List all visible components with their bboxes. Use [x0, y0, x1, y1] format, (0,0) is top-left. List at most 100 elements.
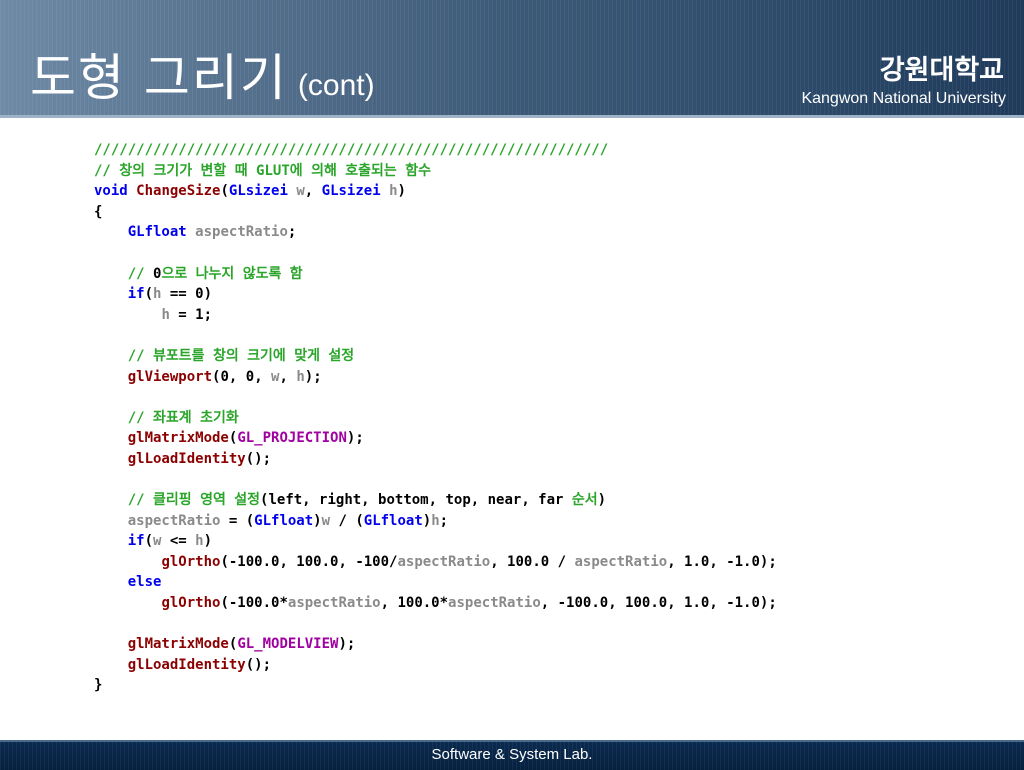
- code-token: w: [296, 183, 305, 200]
- code-token: w: [321, 512, 331, 529]
- code-line: else: [94, 572, 777, 593]
- code-token: ,: [254, 368, 272, 385]
- code-token: glOrtho: [161, 595, 221, 612]
- slide-title-suffix: (cont): [297, 69, 375, 102]
- code-token: h: [389, 183, 398, 200]
- code-token: (-100.0, 100.0, -100/: [220, 553, 398, 570]
- code-token: void: [94, 183, 128, 200]
- code-token: (: [144, 286, 154, 303]
- code-line: if(h == 0): [94, 284, 777, 305]
- code-token: glLoadIdentity: [127, 656, 246, 673]
- code-token: aspectRatio: [574, 553, 668, 570]
- code-line: glMatrixMode(GL_PROJECTION);: [94, 428, 777, 449]
- code-token: ;: [287, 224, 297, 241]
- code-token: = (: [220, 512, 255, 529]
- code-token: GL_PROJECTION: [237, 430, 347, 447]
- code-line: glLoadIdentity();: [94, 449, 777, 470]
- code-line: // 클리핑 영역 설정(left, right, bottom, top, n…: [94, 490, 777, 511]
- code-token: ): [422, 512, 432, 529]
- code-token: aspectRatio: [195, 224, 288, 241]
- code-token: aspectRatio: [127, 512, 221, 529]
- code-token: GLfloat: [254, 512, 314, 529]
- code-line: glOrtho(-100.0, 100.0, -100/aspectRatio,…: [94, 552, 777, 573]
- code-token: glOrtho: [161, 553, 221, 570]
- code-token: aspectRatio: [287, 595, 381, 612]
- code-token: 0: [195, 286, 204, 303]
- code-token: <=: [161, 533, 196, 550]
- code-token: 순서: [571, 492, 598, 509]
- header-divider: [0, 115, 1024, 118]
- code-token: );: [338, 636, 356, 653]
- slide-title-main: 도형 그리기: [30, 49, 288, 107]
- code-line: }: [94, 675, 777, 696]
- code-token: 0: [220, 368, 229, 385]
- code-token: 으로 나누지 않도록 함: [161, 265, 303, 282]
- code-token: GLsizei: [228, 183, 288, 200]
- code-line: if(w <= h): [94, 531, 777, 552]
- code-token: // 뷰포트를 창의 크기에 맞게 설정: [127, 347, 355, 364]
- code-token: );: [304, 368, 322, 385]
- code-line: glMatrixMode(GL_MODELVIEW);: [94, 634, 777, 655]
- code-token: =: [169, 306, 196, 323]
- code-token: h: [161, 306, 170, 323]
- code-line: {: [94, 202, 777, 223]
- footer-label: Software & System Lab.: [431, 746, 593, 763]
- code-token: ;: [203, 306, 213, 323]
- code-line: ////////////////////////////////////////…: [94, 140, 777, 161]
- code-token: ,: [279, 368, 297, 385]
- code-token: if: [127, 286, 145, 303]
- code-token: ): [597, 492, 607, 509]
- code-line: aspectRatio = (GLfloat)w / (GLfloat)h;: [94, 511, 777, 532]
- code-token: h: [296, 368, 305, 385]
- code-line: // 뷰포트를 창의 크기에 맞게 설정: [94, 346, 777, 367]
- code-token: 1: [195, 306, 204, 323]
- code-token: ();: [245, 450, 272, 467]
- code-token: (: [144, 533, 154, 550]
- code-token: glViewport: [127, 368, 213, 385]
- code-token: // 클리핑 영역 설정: [127, 492, 261, 509]
- code-line: glViewport(0, 0, w, h);: [94, 367, 777, 388]
- code-token: ==: [161, 286, 196, 303]
- code-token: ,: [304, 183, 322, 200]
- code-token: h: [195, 533, 204, 550]
- code-line: h = 1;: [94, 305, 777, 326]
- code-token: GL_MODELVIEW: [237, 636, 339, 653]
- code-token: ;: [439, 512, 449, 529]
- code-token: GLfloat: [127, 224, 187, 241]
- code-line: glLoadIdentity();: [94, 655, 777, 676]
- code-token: glMatrixMode: [127, 430, 229, 447]
- code-token: ,: [228, 368, 246, 385]
- code-token: ): [203, 533, 213, 550]
- code-line: // 좌표계 초기화: [94, 408, 777, 429]
- code-token: , 100.0 /: [490, 553, 575, 570]
- code-token: , 1.0, -1.0);: [667, 553, 777, 570]
- code-token: GLfloat: [363, 512, 423, 529]
- code-token: //: [127, 265, 154, 282]
- code-token: aspectRatio: [448, 595, 541, 612]
- code-token: (left, right, bottom, top, near, far: [260, 492, 572, 509]
- code-token: ): [203, 286, 213, 303]
- code-line: glOrtho(-100.0*aspectRatio, 100.0*aspect…: [94, 593, 776, 614]
- slide-footer: Software & System Lab.: [0, 740, 1024, 770]
- code-token: if: [127, 533, 145, 550]
- code-line: // 0으로 나누지 않도록 함: [94, 264, 777, 285]
- code-token: , 100.0*: [380, 595, 449, 612]
- code-token: else: [127, 574, 162, 591]
- code-token: ();: [245, 656, 272, 673]
